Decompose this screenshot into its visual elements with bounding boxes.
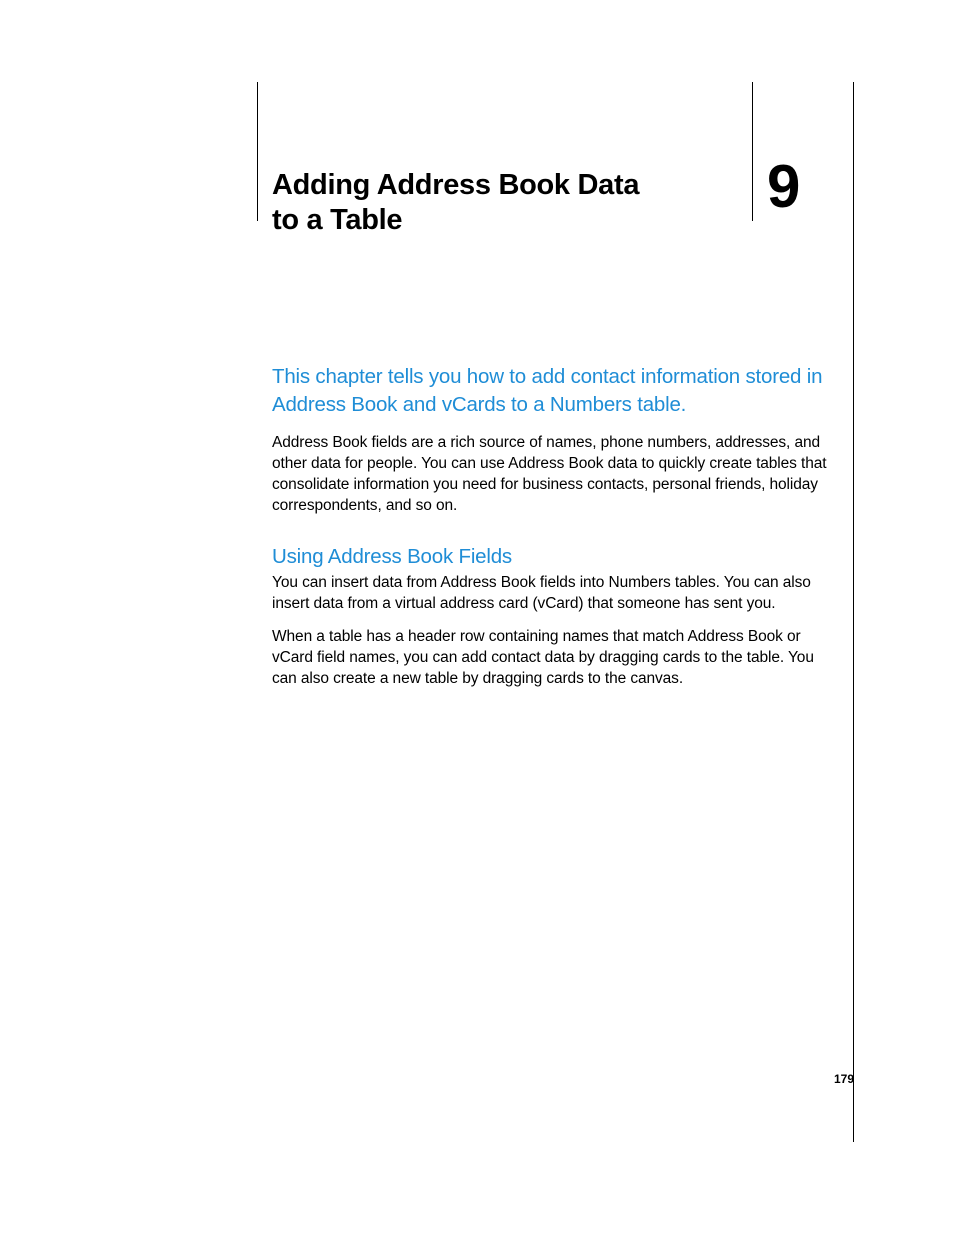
decorative-rule-right-full bbox=[853, 82, 854, 1142]
decorative-rule-left bbox=[257, 82, 258, 221]
section-heading: Using Address Book Fields bbox=[272, 545, 512, 569]
page-number: 179 bbox=[834, 1072, 854, 1086]
chapter-title-line1: Adding Address Book Data bbox=[272, 169, 639, 201]
section-paragraph-1: You can insert data from Address Book fi… bbox=[272, 573, 828, 615]
chapter-title-line2: to a Table bbox=[272, 204, 402, 236]
intro-body-paragraph: Address Book fields are a rich source of… bbox=[272, 433, 828, 517]
section-paragraph-2: When a table has a header row containing… bbox=[272, 627, 828, 690]
chapter-title: Adding Address Book Data to a Table bbox=[272, 168, 639, 238]
chapter-intro: This chapter tells you how to add contac… bbox=[272, 363, 828, 418]
decorative-rule-right-top bbox=[752, 82, 753, 221]
chapter-number: 9 bbox=[767, 152, 798, 221]
